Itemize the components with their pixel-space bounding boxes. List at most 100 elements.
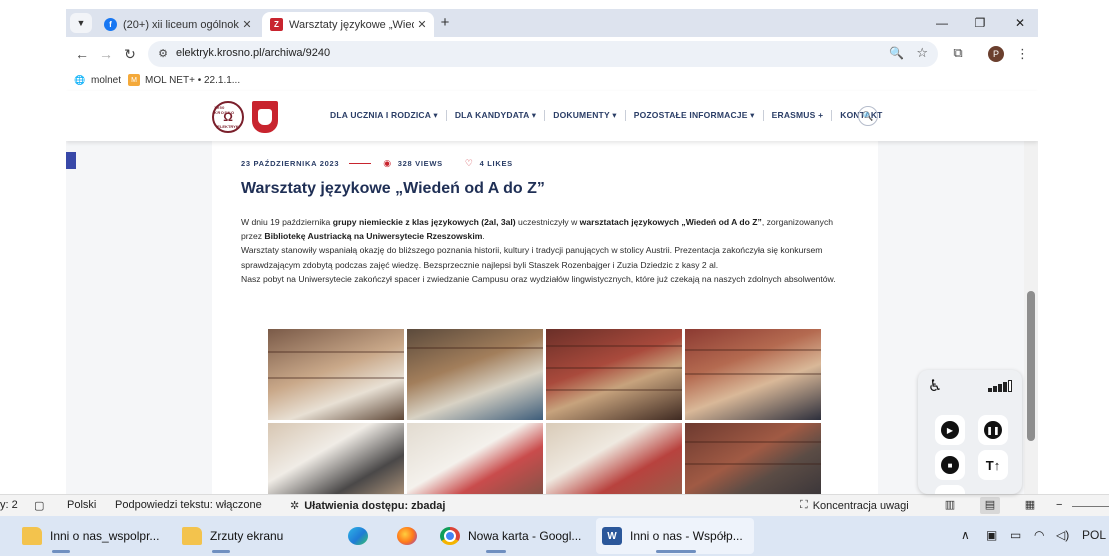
url-text[interactable]: elektryk.krosno.pl/archiwa/9240 (176, 47, 330, 59)
tab-title: Warsztaty językowe „Wiedeń od (289, 18, 414, 31)
new-tab-button[interactable]: + (436, 14, 454, 32)
zoom-out-button[interactable]: − (1056, 499, 1062, 511)
pause-button[interactable]: ❚❚ (978, 415, 1008, 445)
gallery-photo[interactable] (407, 329, 543, 420)
nav-erasmus[interactable]: ERASMUS + (772, 110, 824, 121)
back-arrow-icon[interactable]: ← (72, 44, 92, 64)
gallery-photo[interactable] (268, 423, 404, 494)
tab-close-icon[interactable]: ✕ (414, 18, 430, 31)
extra-button[interactable] (935, 485, 965, 494)
word-icon: W (602, 527, 622, 545)
stop-button[interactable]: ■ (935, 450, 965, 480)
folder-icon (22, 527, 42, 545)
speaker-icon[interactable]: ◁) (1056, 528, 1069, 542)
play-button[interactable]: ▶ (935, 415, 965, 445)
web-layout-icon[interactable]: ▦ (1020, 497, 1040, 514)
eye-icon: ◉ (383, 158, 392, 168)
gallery-photo[interactable] (685, 423, 821, 494)
close-window-icon[interactable]: ✕ (1004, 12, 1036, 34)
zoom-icon[interactable]: 🔍 (889, 46, 904, 60)
taskbar-app-firefox[interactable] (392, 518, 422, 554)
nav-dla-ucznia[interactable]: DLA UCZNIA I RODZICA ▾ (330, 110, 438, 121)
bookmark-molnet[interactable]: 🌐 molnet (74, 74, 121, 86)
language-indicator[interactable]: Polski (67, 499, 96, 511)
more-menu-icon[interactable]: ⋮ (1016, 44, 1029, 64)
reload-icon[interactable]: ↻ (120, 44, 140, 64)
focus-mode[interactable]: ⛶ Koncentracja uwagi (800, 499, 909, 512)
nav-dokumenty[interactable]: DOKUMENTY ▾ (553, 110, 616, 121)
gallery-photo[interactable] (407, 423, 543, 494)
bookmark-star-icon[interactable]: ☆ (916, 45, 928, 61)
browser-window: ▼ f (20+) xii liceum ogólnokształcą ✕ Z … (66, 9, 1038, 494)
stop-icon: ■ (941, 456, 959, 474)
page-scrollbar[interactable] (1024, 141, 1038, 494)
polish-eagle-logo (252, 101, 278, 133)
gallery-photo[interactable] (268, 329, 404, 420)
battery-icon[interactable]: ▭ (1010, 528, 1021, 542)
chevron-down-icon: ▼ (76, 18, 86, 28)
taskbar-app-edge[interactable] (343, 518, 373, 554)
main-navigation: DLA UCZNIA I RODZICA ▾ DLA KANDYDATA ▾ D… (330, 110, 883, 121)
zoom-slider[interactable] (1072, 506, 1109, 507)
proofing-icon[interactable]: ▢ (34, 499, 49, 512)
tab-close-icon[interactable]: ✕ (239, 18, 255, 31)
restore-icon[interactable]: ❐ (964, 12, 996, 34)
show-hidden-icons[interactable]: ∧ (961, 528, 970, 542)
forward-arrow-icon[interactable]: → (96, 44, 116, 64)
globe-icon: 🌐 (74, 74, 86, 85)
nav-separator (762, 110, 764, 121)
page-body: 23 PAŹDZIERNIKA 2023 ◉ 328 VIEWS ♡ 4 LIK… (66, 141, 1038, 494)
accessibility-person-icon[interactable]: ♿ (924, 376, 946, 398)
text-size-button[interactable]: T↑ (978, 450, 1008, 480)
site-search-icon[interactable]: 🔍 (858, 106, 878, 126)
article-date: 23 PAŹDZIERNIKA 2023 (241, 159, 340, 168)
nav-pozostale[interactable]: POZOSTAŁE INFORMACJE ▾ (634, 110, 755, 121)
taskbar-app-word[interactable]: W Inni o nas - Współp... (596, 518, 754, 554)
read-mode-icon[interactable]: ▥ (940, 497, 960, 514)
article-likes[interactable]: 4 LIKES (480, 159, 513, 168)
edge-icon (348, 527, 368, 545)
meta-divider (349, 163, 372, 164)
nav-dla-kandydata[interactable]: DLA KANDYDATA ▾ (455, 110, 536, 121)
side-marker (66, 152, 76, 169)
tab-title: (20+) xii liceum ogólnokształcą (123, 18, 239, 31)
tab-strip: ▼ f (20+) xii liceum ogólnokształcą ✕ Z … (66, 9, 1038, 37)
text-predictions[interactable]: Podpowiedzi tekstu: włączone (115, 499, 262, 511)
tab-warsztaty[interactable]: Z Warsztaty językowe „Wiedeń od ✕ (262, 12, 434, 37)
tab-search-button[interactable]: ▼ (70, 13, 92, 33)
language-indicator-tray[interactable]: POL (1082, 528, 1106, 542)
wifi-icon[interactable]: ◠ (1034, 528, 1044, 542)
volume-level-icon[interactable] (988, 380, 1012, 392)
taskbar-app-chrome[interactable]: Nowa karta - Googl... (440, 518, 590, 554)
scrollbar-thumb[interactable] (1027, 291, 1035, 441)
photo-gallery (268, 329, 824, 494)
gallery-photo[interactable] (546, 329, 682, 420)
tray-app-icon[interactable]: ▣ (986, 528, 997, 542)
minimize-icon[interactable]: — (926, 12, 958, 34)
article-meta: 23 PAŹDZIERNIKA 2023 ◉ 328 VIEWS ♡ 4 LIK… (241, 158, 513, 169)
bookmark-molnet-plus[interactable]: M MOL NET+ • 22.1.1... (128, 74, 240, 86)
word-status-bar: y: 2 ▢ Polski Podpowiedzi tekstu: włączo… (0, 494, 1109, 516)
accessibility-check[interactable]: ✲ Ułatwienia dostępu: zbadaj (290, 499, 445, 513)
browser-toolbar: ← → ↻ ⚙ elektryk.krosno.pl/archiwa/9240 … (66, 37, 1038, 71)
paragraph-3: Nasz pobyt na Uniwersytecie zakończył sp… (241, 273, 836, 284)
heart-icon[interactable]: ♡ (465, 158, 474, 169)
extensions-icon[interactable]: ⧉ (950, 45, 966, 61)
page-counter[interactable]: y: 2 (0, 499, 18, 511)
gallery-photo[interactable] (546, 423, 682, 494)
site-info-icon[interactable]: ⚙ (156, 47, 170, 61)
article: 23 PAŹDZIERNIKA 2023 ◉ 328 VIEWS ♡ 4 LIK… (212, 141, 878, 494)
taskbar-app-explorer-2[interactable]: Zrzuty ekranu (182, 518, 322, 554)
profile-avatar[interactable]: P (988, 46, 1004, 62)
address-bar[interactable]: ⚙ elektryk.krosno.pl/archiwa/9240 🔍 ☆ (148, 41, 938, 67)
school-logo[interactable]: 1950 KROSNO Ω ELEKTRYK (212, 101, 244, 133)
chrome-icon (440, 527, 460, 545)
play-icon: ▶ (941, 421, 959, 439)
nav-separator (544, 110, 546, 121)
taskbar-app-explorer-1[interactable]: Inni o nas_wspolpr... (22, 518, 172, 554)
gallery-photo[interactable] (685, 329, 821, 420)
tab-facebook[interactable]: f (20+) xii liceum ogólnokształcą ✕ (96, 12, 259, 37)
pause-icon: ❚❚ (984, 421, 1002, 439)
accessibility-icon: ✲ (290, 500, 300, 512)
print-layout-icon[interactable]: ▤ (980, 497, 1000, 514)
